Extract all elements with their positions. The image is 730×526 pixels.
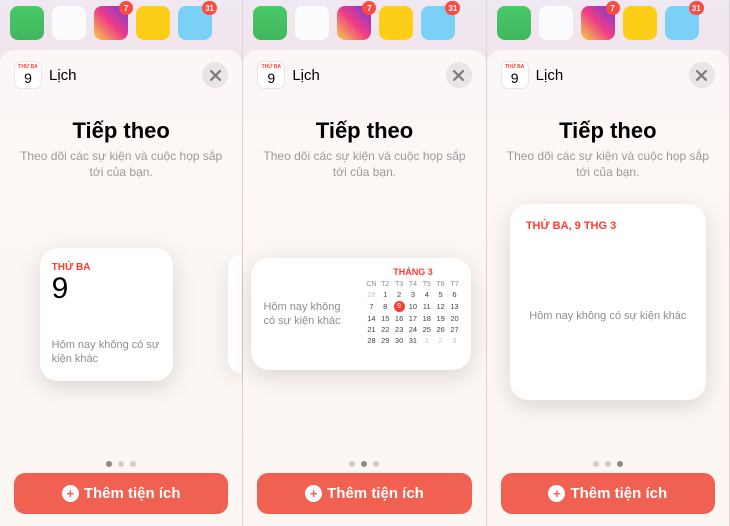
icon-day-num: 9 <box>511 71 519 85</box>
dot <box>118 461 124 467</box>
dot <box>349 461 355 467</box>
app-label: THỨ BA 9 Lịch <box>257 61 320 89</box>
heading-block: Tiếp theo Theo dõi các sự kiện và cuộc h… <box>487 118 729 180</box>
add-widget-button[interactable]: + Thêm tiện ích <box>14 473 228 514</box>
close-button[interactable] <box>202 62 228 88</box>
widget-picker-sheet: THỨ BA 9 Lịch Tiếp theo Theo dõi các sự … <box>243 50 485 526</box>
widget-picker-sheet: THỨ BA 9 Lịch Tiếp theo Theo dõi các sự … <box>0 50 242 526</box>
widget-day-num: 9 <box>52 272 161 306</box>
widget-date-label: THỨ BA, 9 THG 3 <box>526 220 690 232</box>
widget-no-events: Hôm nay không có sự kiện khác <box>526 310 690 322</box>
sheet-header: THỨ BA 9 Lịch <box>487 50 729 100</box>
badge: 7 <box>606 1 620 15</box>
page-dots[interactable] <box>0 461 242 467</box>
widget-picker-pane-1: 7 31 THỨ BA 9 Lịch Tiếp theo Theo dõi cá… <box>0 0 243 526</box>
home-row: 7 31 <box>487 0 729 50</box>
close-icon <box>210 70 221 81</box>
badge: 31 <box>689 1 704 15</box>
widget-preview-area[interactable]: Hôm nay không có sự kiện khác THÁNG 3 CN… <box>243 228 485 400</box>
app-icon: 31 <box>421 6 455 40</box>
widget-preview-area[interactable]: THỨ BA, 9 THG 3 Hôm nay không có sự kiện… <box>487 228 729 400</box>
heading-block: Tiếp theo Theo dõi các sự kiện và cuộc h… <box>0 118 242 180</box>
sheet-title: Tiếp theo <box>263 118 465 144</box>
sheet-header: THỨ BA 9 Lịch <box>243 50 485 100</box>
widget-picker-pane-2: 7 31 THỨ BA 9 Lịch Tiếp theo Theo dõi cá… <box>243 0 486 526</box>
close-button[interactable] <box>689 62 715 88</box>
close-icon <box>696 70 707 81</box>
widget-small-preview: THỨ BA 9 Hôm nay không có sự kiện khác <box>40 248 173 381</box>
add-widget-button[interactable]: + Thêm tiện ích <box>257 473 471 514</box>
badge: 7 <box>119 1 133 15</box>
widget-picker-pane-3: 7 31 THỨ BA 9 Lịch Tiếp theo Theo dõi cá… <box>487 0 730 526</box>
app-title: Lịch <box>292 67 320 84</box>
sheet-title: Tiếp theo <box>507 118 709 144</box>
calendar-app-icon: THỨ BA 9 <box>257 61 285 89</box>
home-row: 7 31 <box>0 0 242 50</box>
app-icon: 31 <box>178 6 212 40</box>
app-icon <box>539 6 573 40</box>
app-label: THỨ BA 9 Lịch <box>501 61 564 89</box>
app-icon: 7 <box>337 6 371 40</box>
app-icon: 31 <box>665 6 699 40</box>
add-widget-label: Thêm tiện ích <box>327 485 424 502</box>
add-widget-label: Thêm tiện ích <box>84 485 181 502</box>
widget-medium-preview: Hôm nay không có sự kiện khác THÁNG 3 CN… <box>251 258 471 370</box>
calendar-app-icon: THỨ BA 9 <box>14 61 42 89</box>
icon-day-num: 9 <box>267 71 275 85</box>
widget-picker-sheet: THỨ BA 9 Lịch Tiếp theo Theo dõi các sự … <box>487 50 729 526</box>
month-label: THÁNG 3 <box>364 267 461 277</box>
add-widget-label: Thêm tiện ích <box>570 485 667 502</box>
heading-block: Tiếp theo Theo dõi các sự kiện và cuộc h… <box>243 118 485 180</box>
badge: 31 <box>445 1 460 15</box>
dot <box>617 461 623 467</box>
dot <box>373 461 379 467</box>
sheet-subtitle: Theo dõi các sự kiện và cuộc họp sắp tới… <box>20 149 222 180</box>
page-dots[interactable] <box>487 461 729 467</box>
add-widget-button[interactable]: + Thêm tiện ích <box>501 473 715 514</box>
app-title: Lịch <box>536 67 564 84</box>
widget-no-events: Hôm nay không có sự kiện khác <box>263 300 351 329</box>
app-icon: 7 <box>94 6 128 40</box>
close-icon <box>453 70 464 81</box>
dot <box>361 461 367 467</box>
calendar-app-icon: THỨ BA 9 <box>501 61 529 89</box>
plus-icon: + <box>305 485 322 502</box>
badge: 7 <box>362 1 376 15</box>
mini-calendar: THÁNG 3 CNT2T3T4T5T6T7 28123456789101112… <box>364 267 461 346</box>
widget-no-events: Hôm nay không có sự kiện khác <box>52 339 161 367</box>
sheet-subtitle: Theo dõi các sự kiện và cuộc họp sắp tới… <box>263 149 465 180</box>
dot <box>593 461 599 467</box>
close-button[interactable] <box>446 62 472 88</box>
next-card-peek <box>228 254 242 374</box>
app-icon <box>253 6 287 40</box>
plus-icon: + <box>62 485 79 502</box>
plus-icon: + <box>548 485 565 502</box>
sheet-subtitle: Theo dõi các sự kiện và cuộc họp sắp tới… <box>507 149 709 180</box>
sheet-title: Tiếp theo <box>20 118 222 144</box>
widget-right: THÁNG 3 CNT2T3T4T5T6T7 28123456789101112… <box>359 258 471 370</box>
app-icon <box>10 6 44 40</box>
dot <box>130 461 136 467</box>
dot <box>605 461 611 467</box>
app-icon <box>379 6 413 40</box>
page-dots[interactable] <box>243 461 485 467</box>
widget-large-preview: THỨ BA, 9 THG 3 Hôm nay không có sự kiện… <box>510 204 706 400</box>
calendar-grid: CNT2T3T4T5T6T7 2812345678910111213141516… <box>364 280 461 346</box>
icon-day-num: 9 <box>24 71 32 85</box>
app-icon <box>623 6 657 40</box>
widget-left: Hôm nay không có sự kiện khác <box>251 258 359 370</box>
home-row: 7 31 <box>243 0 485 50</box>
app-icon <box>136 6 170 40</box>
badge: 31 <box>202 1 217 15</box>
app-icon <box>52 6 86 40</box>
dot <box>106 461 112 467</box>
app-icon <box>295 6 329 40</box>
app-icon: 7 <box>581 6 615 40</box>
widget-preview-area[interactable]: THỨ BA 9 Hôm nay không có sự kiện khác <box>0 228 242 400</box>
app-label: THỨ BA 9 Lịch <box>14 61 77 89</box>
sheet-header: THỨ BA 9 Lịch <box>0 50 242 100</box>
app-title: Lịch <box>49 67 77 84</box>
app-icon <box>497 6 531 40</box>
